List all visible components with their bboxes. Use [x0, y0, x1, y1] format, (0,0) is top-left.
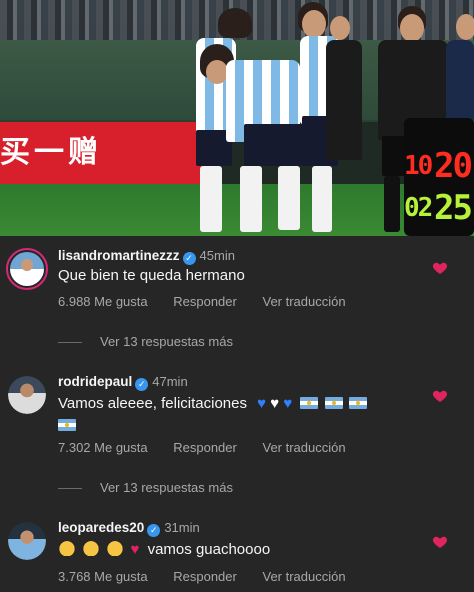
likes-count[interactable]: 6.988 Me gusta — [58, 294, 148, 309]
comment-username-row: lisandromartinezzz ✓ 45min — [58, 248, 235, 265]
substitution-board: 10 02 20 25 — [404, 118, 474, 236]
heart-icon[interactable] — [432, 260, 448, 276]
clapping-hands-emoji — [58, 540, 76, 556]
comment-username[interactable]: leoparedes20 — [58, 520, 144, 535]
translate-button[interactable]: Ver traducción — [262, 440, 345, 455]
reply-button[interactable]: Responder — [173, 440, 237, 455]
comment-text-body: Vamos aleeee, felicitaciones — [58, 395, 247, 412]
avatar[interactable] — [6, 374, 48, 416]
comment-text-body: vamos guachoooo — [147, 541, 271, 558]
argentina-flag-emoji — [348, 397, 367, 409]
clapping-hands-emoji — [82, 540, 101, 556]
reply-button[interactable]: Responder — [173, 569, 237, 584]
comment-username-row: leoparedes20 ✓ 31min — [58, 520, 200, 537]
comment-actions: 6.988 Me gusta Responder Ver traducción — [58, 294, 368, 309]
board-number-in: 25 — [434, 188, 473, 228]
avatar[interactable] — [6, 520, 48, 562]
replies-divider — [58, 488, 82, 490]
comment-username[interactable]: lisandromartinezzz — [58, 248, 180, 263]
red-heart-emoji: ♥ — [130, 541, 140, 558]
view-more-replies-label: Ver 13 respuestas más — [100, 334, 233, 349]
argentina-flag-emoji — [300, 397, 319, 409]
white-heart-emoji: ♥ — [270, 395, 280, 412]
comment-time: 31min — [164, 520, 200, 535]
translate-button[interactable]: Ver traducción — [262, 569, 345, 584]
comment-time: 45min — [199, 248, 235, 263]
ad-banner: 买一赠 — [0, 122, 205, 184]
comment-time: 47min — [152, 374, 188, 389]
verified-badge-icon: ✓ — [182, 252, 196, 265]
pitch-grass — [0, 184, 474, 236]
argentina-flag-emoji — [324, 397, 343, 409]
verified-badge-icon: ✓ — [147, 524, 161, 537]
comment-username-row: rodridepaul ✓ 47min — [58, 374, 188, 391]
comment-text: Vamos aleeee, felicitaciones ♥ ♥ ♥ — [58, 393, 418, 437]
blue-heart-emoji: ♥ — [257, 395, 267, 412]
comment-text: ♥ vamos guachoooo — [58, 539, 418, 561]
reply-button[interactable]: Responder — [173, 294, 237, 309]
comment-actions: 7.302 Me gusta Responder Ver traducción — [58, 440, 368, 455]
likes-count[interactable]: 7.302 Me gusta — [58, 440, 148, 455]
likes-count[interactable]: 3.768 Me gusta — [58, 569, 148, 584]
view-more-replies[interactable]: Ver 13 respuestas más — [58, 334, 233, 349]
post-photo[interactable]: 买一赠 10 02 20 25 — [0, 0, 474, 236]
comment-actions: 3.768 Me gusta Responder Ver traducción — [58, 569, 368, 584]
comment-text: Que bien te queda hermano — [58, 267, 245, 284]
comment-username[interactable]: rodridepaul — [58, 374, 132, 389]
replies-divider — [58, 342, 82, 344]
heart-icon[interactable] — [432, 534, 448, 550]
board-number-in-left: 02 — [404, 193, 433, 223]
view-more-replies-label: Ver 13 respuestas más — [100, 480, 233, 495]
clapping-hands-emoji — [106, 540, 125, 556]
board-number-out: 20 — [434, 146, 473, 186]
view-more-replies[interactable]: Ver 13 respuestas más — [58, 480, 233, 495]
heart-icon[interactable] — [432, 388, 448, 404]
blue-heart-emoji: ♥ — [283, 395, 293, 412]
translate-button[interactable]: Ver traducción — [262, 294, 345, 309]
board-number-out-left: 10 — [404, 151, 433, 181]
argentina-flag-emoji — [58, 419, 76, 431]
avatar[interactable] — [6, 248, 48, 290]
verified-badge-icon: ✓ — [135, 378, 149, 391]
